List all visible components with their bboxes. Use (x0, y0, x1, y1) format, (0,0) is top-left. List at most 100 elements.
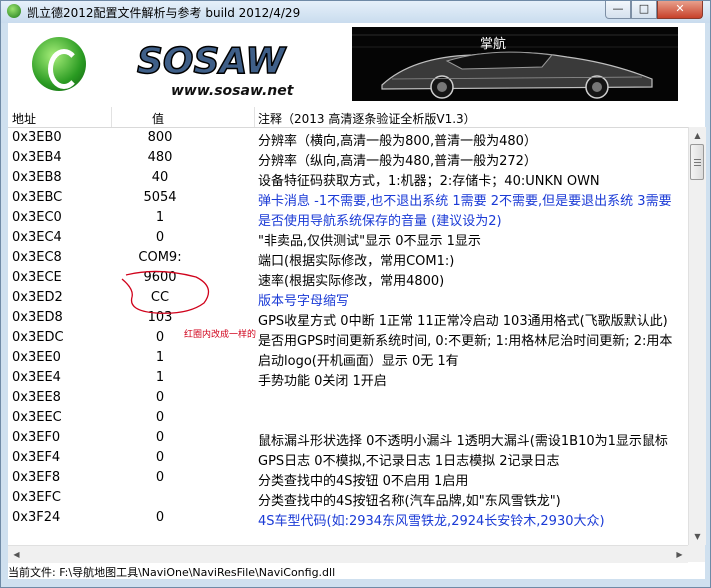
table-row[interactable]: 0x3EB8 40 设备特征码获取方式，1:机器；2:存储卡；40:UNKN OWN (8, 168, 688, 189)
scroll-right-icon[interactable]: ▶ (671, 546, 688, 563)
column-header-value[interactable]: 值 (152, 110, 164, 127)
minimize-button[interactable]: — (605, 1, 631, 19)
cell-note: 是否使用导航系统保存的音量 (建议设为2) (258, 214, 502, 229)
cell-value[interactable]: 40 (112, 170, 208, 185)
table-row[interactable]: 0x3EBC 5054 弹卡消息 -1不需要,也不退出系统 1需要 2不需要,但是要… (8, 188, 688, 209)
cell-value[interactable]: 0 (112, 510, 208, 525)
cell-note: 速率(根据实际修改，常用4800) (258, 274, 445, 289)
column-divider[interactable] (111, 107, 112, 127)
cell-note: 启动logo(开机画面）显示 0无 1有 (258, 354, 459, 369)
cell-address: 0x3EE8 (12, 390, 61, 405)
cell-address: 0x3EC8 (12, 250, 62, 265)
table-row[interactable]: 0x3EEC 0 (8, 408, 688, 428)
table-row[interactable]: 0x3EE8 0 (8, 388, 688, 408)
sosaw-url: www.sosaw.net (171, 83, 295, 99)
cell-address: 0x3ECE (12, 270, 62, 285)
table-row[interactable]: 0x3ECE 9600 速率(根据实际修改，常用4800) (8, 268, 688, 289)
table-row[interactable]: 0x3EB4 480 分辨率（纵向,高清一般为480,普清一般为272） (8, 148, 688, 169)
car-banner-image: 掌航 (352, 27, 678, 101)
status-current-file: 当前文件: F:\导航地图工具\NaviOne\NaviResFile\Navi… (8, 566, 336, 579)
window-title: 凯立德2012配置文件解析与参考 build 2012/4/29 (27, 6, 301, 20)
table-row[interactable]: 0x3F24 0 4S车型代码(如:2934东风雪铁龙,2924长安铃木,2930大… (8, 508, 688, 529)
app-window: 凯立德2012配置文件解析与参考 build 2012/4/29 — □ ✕ S… (0, 0, 711, 588)
cell-note: 分辨率（横向,高清一般为800,普清一般为480） (258, 134, 537, 149)
cell-address: 0x3EF0 (12, 430, 61, 445)
cell-address: 0x3EC0 (12, 210, 62, 225)
table-body: 0x3EB0 800 分辨率（横向,高清一般为800,普清一般为480） 0x3EB4… (8, 128, 688, 542)
cell-value[interactable]: 800 (112, 130, 208, 145)
cell-note: 手势功能 0关闭 1开启 (258, 374, 387, 389)
logo-circle-icon (32, 37, 86, 91)
red-circle-annotation (121, 270, 210, 314)
vertical-scrollbar[interactable]: ▲ ▼ (688, 127, 706, 545)
title-bar[interactable]: 凯立德2012配置文件解析与参考 build 2012/4/29 — □ ✕ (1, 1, 710, 23)
cell-note: 弹卡消息 -1不需要,也不退出系统 1需要 2不需要,但是要退出系统 3需要 (258, 194, 672, 209)
cell-note: GPS日志 0不模拟,不记录日志 1日志模拟 2记录日志 (258, 454, 560, 469)
table-row[interactable]: 0x3EDC 0 是否用GPS时间更新系统时间, 0:不更新; 1:用格林尼治时间更… (8, 328, 688, 349)
cell-note: 端口(根据实际修改，常用COM1:) (258, 254, 455, 269)
table-row[interactable]: 0x3EC4 0 "非卖品,仅供测试"显示 0不显示 1显示 (8, 228, 688, 249)
scroll-left-icon[interactable]: ◀ (8, 546, 25, 563)
column-header-note[interactable]: 注释（2013 高清逐条验证全析版V1.3） (258, 110, 476, 127)
table-row[interactable]: 0x3EC0 1 是否使用导航系统保存的音量 (建议设为2) (8, 208, 688, 229)
close-button[interactable]: ✕ (657, 1, 703, 19)
cell-address: 0x3EE4 (12, 370, 61, 385)
cell-address: 0x3EBC (12, 190, 63, 205)
table-row[interactable]: 0x3EF0 0 鼠标漏斗形状选择 0不透明小漏斗 1透明大漏斗(需设1B10为1显… (8, 428, 688, 449)
table-row[interactable]: 0x3EC8 COM9: 端口(根据实际修改，常用COM1:) (8, 248, 688, 269)
cell-note: 鼠标漏斗形状选择 0不透明小漏斗 1透明大漏斗(需设1B10为1显示鼠标 (258, 434, 668, 449)
maximize-button[interactable]: □ (631, 1, 657, 19)
cell-note: 分辨率（纵向,高清一般为480,普清一般为272） (258, 154, 537, 169)
cell-value[interactable]: 5054 (112, 190, 208, 205)
column-header-address[interactable]: 地址 (12, 110, 36, 127)
scroll-up-icon[interactable]: ▲ (689, 127, 706, 144)
cell-value[interactable]: 0 (112, 410, 208, 425)
cell-note: 分类查找中的4S按钮名称(汽车品牌,如"东风雪铁龙") (258, 494, 561, 509)
table-row[interactable]: 0x3EE4 1 手势功能 0关闭 1开启 (8, 368, 688, 389)
table-row[interactable]: 0x3ED2 CC 版本号字母缩写 (8, 288, 688, 309)
cell-value[interactable]: 0 (112, 390, 208, 405)
cell-address: 0x3EB8 (12, 170, 62, 185)
cell-value[interactable]: COM9: (112, 250, 208, 265)
cell-value[interactable]: 1 (112, 210, 208, 225)
cell-address: 0x3ED2 (12, 290, 63, 305)
table-row[interactable]: 0x3EE0 1 启动logo(开机画面）显示 0无 1有 (8, 348, 688, 369)
scroll-down-icon[interactable]: ▼ (689, 528, 706, 545)
cell-address: 0x3ED8 (12, 310, 63, 325)
app-logo (22, 31, 104, 97)
table-row[interactable]: 0x3EF8 0 分类查找中的4S按钮 0不启用 1启用 (8, 468, 688, 489)
cell-address: 0x3EB4 (12, 150, 62, 165)
table-row[interactable]: 0x3EF4 0 GPS日志 0不模拟,不记录日志 1日志模拟 2记录日志 (8, 448, 688, 469)
cell-address: 0x3EF8 (12, 470, 61, 485)
table-row[interactable]: 0x3EFC 分类查找中的4S按钮名称(汽车品牌,如"东风雪铁龙") (8, 488, 688, 509)
column-divider[interactable] (254, 107, 255, 127)
status-bar: 当前文件: F:\导航地图工具\NaviOne\NaviResFile\Navi… (8, 563, 705, 579)
cell-note: GPS收星方式 0中断 1正常 11正常冷启动 103通用格式(飞歌版默认此) (258, 314, 668, 329)
app-icon (7, 4, 21, 18)
cell-note: 分类查找中的4S按钮 0不启用 1启用 (258, 474, 469, 489)
annotation-note: 红圈内改成一样的 (184, 330, 257, 340)
sosaw-logo-text: SOSAW (137, 41, 287, 82)
cell-address: 0x3EFC (12, 490, 62, 505)
client-area: SOSAW www.sosaw.net 掌航 地址 值 注释（2013 高清逐条… (8, 23, 706, 579)
cell-address: 0x3EF4 (12, 450, 61, 465)
table-row[interactable]: 0x3ED8 103 GPS收星方式 0中断 1正常 11正常冷启动 103通用格式… (8, 308, 688, 329)
banner: SOSAW www.sosaw.net 掌航 (9, 25, 705, 103)
cell-value[interactable]: 0 (112, 450, 208, 465)
banner-caption: 掌航 (480, 37, 507, 52)
scroll-thumb[interactable] (690, 144, 704, 180)
cell-address: 0x3F24 (12, 510, 61, 525)
cell-note: 设备特征码获取方式，1:机器；2:存储卡；40:UNKN OWN (258, 174, 600, 189)
cell-address: 0x3EDC (12, 330, 64, 345)
cell-value[interactable]: 1 (112, 370, 208, 385)
car-silhouette-icon (352, 27, 678, 101)
cell-value[interactable]: 1 (112, 350, 208, 365)
table-header: 地址 值 注释（2013 高清逐条验证全析版V1.3） (8, 107, 705, 128)
cell-value[interactable]: 0 (112, 230, 208, 245)
cell-note: "非卖品,仅供测试"显示 0不显示 1显示 (258, 234, 481, 249)
horizontal-scrollbar[interactable]: ◀ ▶ (8, 545, 688, 563)
table-row[interactable]: 0x3EB0 800 分辨率（横向,高清一般为800,普清一般为480） (8, 128, 688, 149)
cell-value[interactable]: 480 (112, 150, 208, 165)
cell-value[interactable]: 0 (112, 430, 208, 445)
cell-value[interactable]: 0 (112, 470, 208, 485)
